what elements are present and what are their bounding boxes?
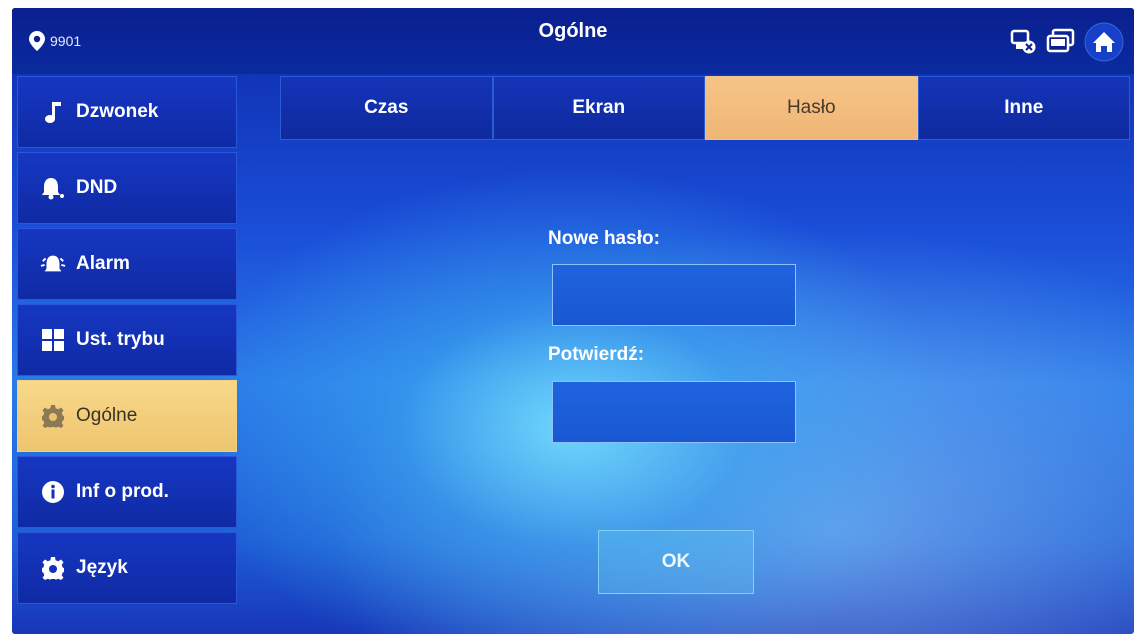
sidebar-item-label: Język	[76, 557, 128, 578]
sidebar-item-label: Dzwonek	[76, 101, 159, 122]
gear-icon	[40, 556, 66, 580]
sidebar-item-label: Ogólne	[76, 405, 138, 426]
sidebar-item-alarm[interactable]: Alarm	[17, 228, 237, 300]
gear-icon	[40, 404, 66, 428]
ok-button[interactable]: OK	[598, 530, 754, 594]
tab-ekran[interactable]: Ekran	[492, 76, 705, 140]
network-status-icon[interactable]	[1010, 28, 1038, 56]
tab-czas[interactable]: Czas	[280, 76, 493, 140]
sidebar-item-label: Inf o prod.	[76, 481, 169, 502]
new-password-field[interactable]	[552, 264, 796, 326]
confirm-password-field[interactable]	[552, 381, 796, 443]
sidebar-item-label: DND	[76, 177, 118, 198]
sidebar-item-dzwonek[interactable]: Dzwonek	[17, 76, 237, 148]
sidebar-item-ust-trybu[interactable]: Ust. trybu	[17, 304, 237, 376]
sidebar-item-label: Alarm	[76, 253, 130, 274]
page-title: Ogólne	[538, 20, 608, 42]
confirm-password-label: Potwierdź:	[548, 344, 645, 365]
home-icon[interactable]	[1084, 22, 1124, 62]
tab-inne[interactable]: Inne	[917, 76, 1130, 140]
info-icon	[40, 480, 66, 504]
sidebar-item-inf-o-prod[interactable]: Inf o prod.	[17, 456, 237, 528]
sidebar-item-dnd[interactable]: DND	[17, 152, 237, 224]
header-icons	[1002, 22, 1124, 62]
alarm-icon	[40, 252, 66, 276]
grid-icon	[40, 328, 66, 352]
intercom-screen: 9901 Ogólne Dzwonek DND Alarm Ust. trybu…	[12, 8, 1134, 634]
monitor-icon[interactable]	[1046, 28, 1076, 56]
sidebar-item-ogolne[interactable]: Ogólne	[17, 380, 237, 452]
top-bar: 9901 Ogólne	[12, 8, 1134, 74]
music-note-icon	[40, 100, 66, 124]
tab-haslo[interactable]: Hasło	[705, 76, 918, 140]
bell-mute-icon	[40, 176, 66, 200]
sidebar-item-jezyk[interactable]: Język	[17, 532, 237, 604]
sidebar-item-label: Ust. trybu	[76, 329, 165, 350]
new-password-label: Nowe hasło:	[548, 228, 660, 249]
tab-bar: Czas Ekran Hasło Inne	[280, 76, 1130, 140]
